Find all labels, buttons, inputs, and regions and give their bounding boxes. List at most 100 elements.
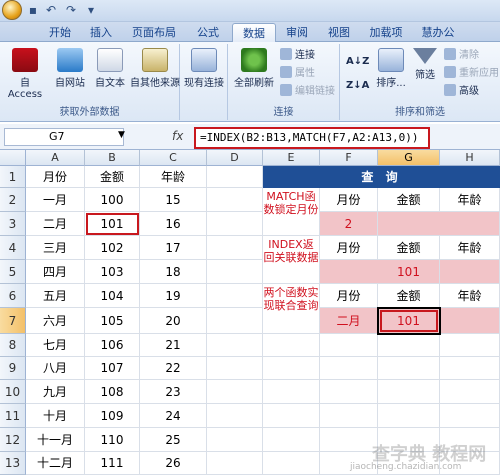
data-cell-a11[interactable]: 十月 xyxy=(26,404,85,428)
cell-d11[interactable] xyxy=(207,404,263,428)
cell-g11[interactable] xyxy=(378,404,440,428)
row-header-1[interactable]: 1 xyxy=(0,166,26,188)
data-cell-b7[interactable]: 105 xyxy=(85,308,140,334)
data-cell-b5[interactable]: 103 xyxy=(85,260,140,284)
save-icon[interactable]: ▪ xyxy=(26,3,40,17)
tab-data[interactable]: 数据 xyxy=(232,23,276,42)
cell-h9[interactable] xyxy=(440,357,500,380)
cell-d9[interactable] xyxy=(207,357,263,380)
connections-button[interactable]: 连接 xyxy=(280,48,315,64)
lookup-month-f7[interactable]: 二月 xyxy=(320,308,378,334)
column-header-f[interactable]: F xyxy=(320,150,378,166)
data-cell-a4[interactable]: 三月 xyxy=(26,236,85,260)
section-2-header-g[interactable]: 金额 xyxy=(378,236,440,260)
tab-review[interactable]: 审阅 xyxy=(278,23,316,42)
data-cell-c2[interactable]: 15 xyxy=(140,188,207,212)
data-cell-b6[interactable]: 104 xyxy=(85,284,140,308)
data-cell-c12[interactable]: 25 xyxy=(140,428,207,452)
data-cell-a8[interactable]: 七月 xyxy=(26,334,85,357)
sort-descending-icon[interactable]: Z↓A xyxy=(346,78,369,94)
cell-d8[interactable] xyxy=(207,334,263,357)
row-header-12[interactable]: 12 xyxy=(0,428,26,452)
row-header-13[interactable]: 13 xyxy=(0,452,26,475)
data-cell-c11[interactable]: 24 xyxy=(140,404,207,428)
header-cell-a[interactable]: 月份 xyxy=(26,166,85,188)
column-header-c[interactable]: C xyxy=(140,150,207,166)
row-header-11[interactable]: 11 xyxy=(0,404,26,428)
section-3-header-g[interactable]: 金额 xyxy=(378,284,440,308)
tab-formulas[interactable]: 公式 xyxy=(188,23,228,42)
row-header-10[interactable]: 10 xyxy=(0,380,26,404)
row-header-5[interactable]: 5 xyxy=(0,260,26,284)
data-cell-a2[interactable]: 一月 xyxy=(26,188,85,212)
clear-button[interactable]: 清除 xyxy=(444,48,479,64)
data-cell-b13[interactable]: 111 xyxy=(85,452,140,475)
insert-function-icon[interactable]: fx xyxy=(172,129,183,143)
data-cell-c4[interactable]: 17 xyxy=(140,236,207,260)
row-header-7[interactable]: 7 xyxy=(0,308,26,334)
column-header-a[interactable]: A xyxy=(26,150,85,166)
data-cell-a7[interactable]: 六月 xyxy=(26,308,85,334)
existing-connections-button[interactable]: 现有连接 xyxy=(180,48,228,89)
header-cell-b[interactable]: 金额 xyxy=(85,166,140,188)
cell-f12[interactable] xyxy=(320,428,378,452)
section-1-header-f[interactable]: 月份 xyxy=(320,188,378,212)
sort-ascending-icon[interactable]: A↓Z xyxy=(346,54,369,70)
reapply-button[interactable]: 重新应用 xyxy=(444,66,499,82)
data-cell-c5[interactable]: 18 xyxy=(140,260,207,284)
cell-d12[interactable] xyxy=(207,428,263,452)
tab-addins[interactable]: 加载项 xyxy=(362,23,410,42)
column-header-g[interactable]: G xyxy=(378,150,440,166)
filter-button[interactable]: 筛选 xyxy=(410,48,440,81)
data-cell-c9[interactable]: 22 xyxy=(140,357,207,380)
data-cell-b4[interactable]: 102 xyxy=(85,236,140,260)
cell-e12[interactable] xyxy=(263,428,320,452)
redo-icon[interactable]: ↷ xyxy=(64,3,78,17)
row-header-9[interactable]: 9 xyxy=(0,357,26,380)
cell-h11[interactable] xyxy=(440,404,500,428)
column-header-b[interactable]: B xyxy=(85,150,140,166)
data-cell-a9[interactable]: 八月 xyxy=(26,357,85,380)
sort-button[interactable]: 排序... xyxy=(374,48,408,89)
section-2-header-h[interactable]: 年龄 xyxy=(440,236,500,260)
data-cell-c8[interactable]: 21 xyxy=(140,334,207,357)
cell-f10[interactable] xyxy=(320,380,378,404)
cell-f11[interactable] xyxy=(320,404,378,428)
tab-view[interactable]: 视图 xyxy=(320,23,358,42)
section-1-header-h[interactable]: 年龄 xyxy=(440,188,500,212)
cell-g10[interactable] xyxy=(378,380,440,404)
cell-e10[interactable] xyxy=(263,380,320,404)
data-cell-a10[interactable]: 九月 xyxy=(26,380,85,404)
column-header-e[interactable]: E xyxy=(263,150,320,166)
data-cell-c6[interactable]: 19 xyxy=(140,284,207,308)
tab-page-layout[interactable]: 页面布局 xyxy=(124,23,184,42)
data-cell-a12[interactable]: 十一月 xyxy=(26,428,85,452)
data-cell-b9[interactable]: 107 xyxy=(85,357,140,380)
section-3-header-f[interactable]: 月份 xyxy=(320,284,378,308)
from-text-button[interactable]: 自文本 xyxy=(90,48,130,89)
tab-huibangong[interactable]: 慧办公 xyxy=(414,23,462,42)
cell-d5[interactable] xyxy=(207,260,263,284)
select-all-corner[interactable] xyxy=(0,150,26,166)
match-result-f3[interactable]: 2 xyxy=(320,212,378,236)
row-header-6[interactable]: 6 xyxy=(0,284,26,308)
name-box-dropdown-icon[interactable]: ▼ xyxy=(118,130,125,140)
cell-d3[interactable] xyxy=(207,212,263,236)
data-cell-a5[interactable]: 四月 xyxy=(26,260,85,284)
cell-d10[interactable] xyxy=(207,380,263,404)
data-cell-a13[interactable]: 十二月 xyxy=(26,452,85,475)
header-cell-c[interactable]: 年龄 xyxy=(140,166,207,188)
column-header-h[interactable]: H xyxy=(440,150,500,166)
cell-d7[interactable] xyxy=(207,308,263,334)
edit-links-button[interactable]: 编辑链接 xyxy=(280,84,335,100)
tab-home[interactable]: 开始 xyxy=(40,23,80,42)
row-header-4[interactable]: 4 xyxy=(0,236,26,260)
data-cell-b11[interactable]: 109 xyxy=(85,404,140,428)
name-box[interactable]: G7 xyxy=(4,128,124,146)
data-cell-c13[interactable]: 26 xyxy=(140,452,207,475)
cell-g9[interactable] xyxy=(378,357,440,380)
row-header-3[interactable]: 3 xyxy=(0,212,26,236)
from-other-sources-button[interactable]: 自其他来源 xyxy=(130,48,180,89)
tab-insert[interactable]: 插入 xyxy=(82,23,120,42)
cell-e13[interactable] xyxy=(263,452,320,475)
